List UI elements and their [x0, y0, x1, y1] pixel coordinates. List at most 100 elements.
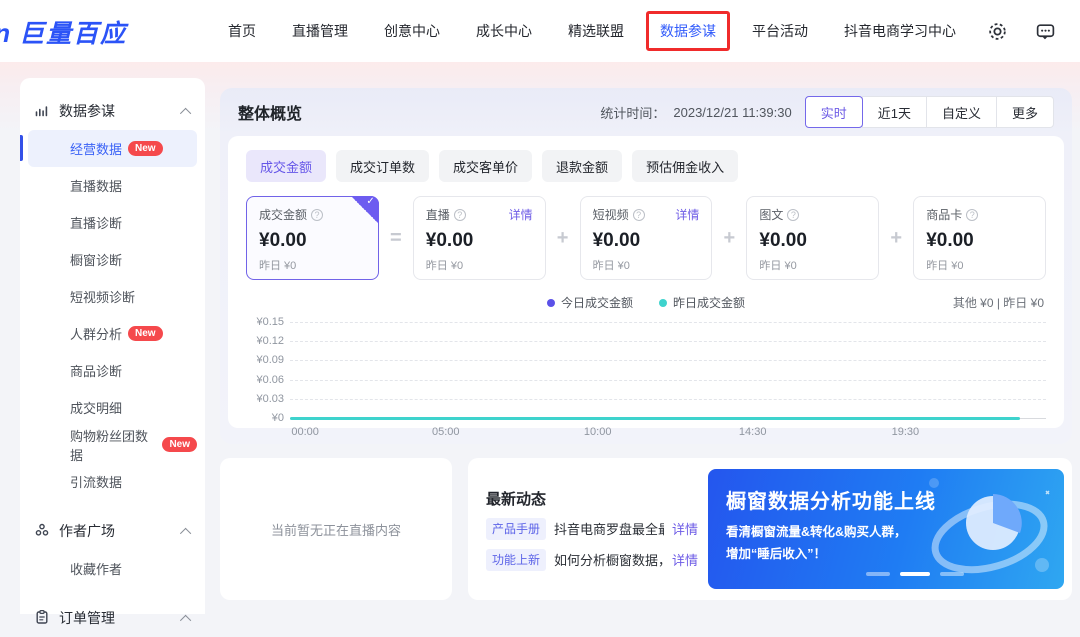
- news-tag[interactable]: 功能上新: [486, 549, 546, 571]
- tab-estimated-commission[interactable]: 预估佣金收入: [632, 150, 738, 182]
- operator-plus: +: [879, 196, 913, 280]
- card-title: 图文: [759, 206, 783, 223]
- card-value: ¥0.00: [593, 230, 700, 252]
- sidebar-item-label: 成交明细: [70, 398, 122, 417]
- card-image-text[interactable]: 图文 ? ¥0.00 昨日 ¥0: [746, 196, 879, 280]
- sidebar-item-showcase-diagnosis[interactable]: 橱窗诊断: [28, 241, 197, 278]
- sidebar-item-transaction-details[interactable]: 成交明细: [28, 389, 197, 426]
- card-value: ¥0.00: [926, 230, 1033, 252]
- chevron-up-icon[interactable]: [183, 610, 191, 626]
- card-yesterday: 昨日 ¥0: [926, 257, 1033, 273]
- sidebar-item-label: 橱窗诊断: [70, 250, 122, 269]
- sidebar-item-video-diagnosis[interactable]: 短视频诊断: [28, 278, 197, 315]
- gear-icon[interactable]: [986, 20, 1008, 42]
- nav-item-learning-center[interactable]: 抖音电商学习中心: [844, 21, 956, 41]
- sidebar-item-product-diagnosis[interactable]: 商品诊断: [28, 352, 197, 389]
- time-filter-group: 实时 近1天 自定义 更多: [806, 96, 1054, 128]
- detail-link[interactable]: 详情: [509, 206, 533, 223]
- sidebar-item-traffic-data[interactable]: 引流数据: [28, 463, 197, 500]
- tab-avg-order-value[interactable]: 成交客单价: [439, 150, 532, 182]
- card-live[interactable]: 直播 ? 详情 ¥0.00 昨日 ¥0: [413, 196, 546, 280]
- gridline: [290, 341, 1046, 342]
- news-title: 最新动态: [486, 488, 698, 509]
- card-transaction-amount[interactable]: 成交金额 ? ¥0.00 昨日 ¥0: [246, 196, 379, 280]
- sidebar-item-label: 收藏作者: [70, 559, 122, 578]
- chart-other-note: 其他 ¥0 | 昨日 ¥0: [953, 294, 1044, 311]
- card-head: 图文 ?: [759, 206, 866, 223]
- stat-time-label: 统计时间：: [600, 103, 665, 122]
- promo-banner[interactable]: 橱窗数据分析功能上线 看清橱窗流量&转化&购买人群， 增加“睡后收入”！: [708, 469, 1064, 589]
- chevron-up-icon[interactable]: [183, 103, 191, 119]
- sidebar-section-label: 数据参谋: [59, 101, 115, 121]
- nav-item-selected-alliance[interactable]: 精选联盟: [568, 21, 624, 41]
- time-filter-last-1-day[interactable]: 近1天: [862, 96, 927, 128]
- nav-item-data-advisor[interactable]: 数据参谋: [660, 21, 716, 41]
- legend-today-dot-icon: [547, 299, 555, 307]
- chevron-up-icon[interactable]: [183, 523, 191, 539]
- message-icon[interactable]: [1034, 20, 1056, 42]
- selected-check-icon: [351, 196, 379, 224]
- news-tag[interactable]: 产品手册: [486, 518, 546, 540]
- sidebar-section-author-plaza[interactable]: 作者广场: [20, 512, 205, 550]
- help-icon[interactable]: ?: [966, 209, 978, 221]
- tab-refund-amount[interactable]: 退款金额: [542, 150, 622, 182]
- carousel-dot[interactable]: [866, 572, 890, 576]
- help-icon[interactable]: ?: [454, 209, 466, 221]
- people-icon: [34, 522, 50, 541]
- sidebar-item-business-data[interactable]: 经营数据 New: [28, 130, 197, 167]
- tab-order-count[interactable]: 成交订单数: [336, 150, 429, 182]
- nav-item-growth-center[interactable]: 成长中心: [476, 21, 532, 41]
- overview-body: 成交金额 成交订单数 成交客单价 退款金额 预估佣金收入 成交金额 ? ¥0.0…: [228, 136, 1064, 428]
- time-filter-custom[interactable]: 自定义: [926, 96, 997, 128]
- sidebar-item-live-diagnosis[interactable]: 直播诊断: [28, 204, 197, 241]
- card-yesterday: 昨日 ¥0: [759, 257, 866, 273]
- app-logo[interactable]: in 巨量百应: [0, 14, 127, 50]
- nav-item-creative-center[interactable]: 创意中心: [384, 21, 440, 41]
- carousel-dot[interactable]: [940, 572, 964, 576]
- news-item[interactable]: 产品手册 抖音电商罗盘最全最... 详情: [486, 518, 698, 540]
- legend-today[interactable]: 今日成交金额: [547, 294, 633, 311]
- sidebar-item-fan-club-data[interactable]: 购物粉丝团数据 New: [28, 426, 197, 463]
- x-tick-label: 14:30: [739, 426, 767, 438]
- time-filter-realtime[interactable]: 实时: [805, 96, 863, 128]
- card-short-video[interactable]: 短视频 ? 详情 ¥0.00 昨日 ¥0: [580, 196, 713, 280]
- sidebar-item-favorite-authors[interactable]: 收藏作者: [28, 550, 197, 587]
- sidebar-item-audience-analysis[interactable]: 人群分析 New: [28, 315, 197, 352]
- nav-item-home[interactable]: 首页: [228, 21, 256, 41]
- help-icon[interactable]: ?: [787, 209, 799, 221]
- banner-subtitle-2: 增加“睡后收入”！: [726, 543, 1046, 562]
- new-badge: New: [162, 437, 197, 452]
- sidebar-section-data-advisor[interactable]: 数据参谋: [20, 92, 205, 130]
- y-tick-label: ¥0.09: [246, 354, 284, 366]
- page-title: 整体概览: [238, 100, 302, 124]
- card-yesterday: 昨日 ¥0: [593, 257, 700, 273]
- card-value: ¥0.00: [259, 230, 366, 252]
- help-icon[interactable]: ?: [633, 209, 645, 221]
- live-empty-text: 当前暂无正在直播内容: [271, 520, 401, 539]
- detail-link[interactable]: 详情: [675, 206, 699, 223]
- nav-item-live-management[interactable]: 直播管理: [292, 21, 348, 41]
- news-detail-link[interactable]: 详情: [672, 550, 698, 569]
- card-product-card[interactable]: 商品卡 ? ¥0.00 昨日 ¥0: [913, 196, 1046, 280]
- card-yesterday: 昨日 ¥0: [426, 257, 533, 273]
- sidebar: 数据参谋 经营数据 New 直播数据 直播诊断 橱窗诊断 短视频诊断 人群分析 …: [20, 78, 205, 614]
- carousel-dot-active[interactable]: [900, 572, 930, 576]
- nav-item-platform-activities[interactable]: 平台活动: [752, 21, 808, 41]
- time-filter-more[interactable]: 更多: [996, 96, 1054, 128]
- tab-transaction-amount[interactable]: 成交金额: [246, 150, 326, 182]
- legend-yesterday[interactable]: 昨日成交金额: [659, 294, 745, 311]
- help-icon[interactable]: ?: [311, 209, 323, 221]
- sidebar-item-live-data[interactable]: 直播数据: [28, 167, 197, 204]
- card-head: 成交金额 ?: [259, 206, 366, 223]
- sidebar-item-label: 购物粉丝团数据: [70, 426, 156, 464]
- y-tick-label: ¥0.03: [246, 393, 284, 405]
- overview-header-right: 统计时间： 2023/12/21 11:39:30 实时 近1天 自定义 更多: [600, 96, 1054, 128]
- card-value: ¥0.00: [426, 230, 533, 252]
- news-detail-link[interactable]: 详情: [672, 519, 698, 538]
- sidebar-item-label: 直播数据: [70, 176, 122, 195]
- news-item[interactable]: 功能上新 如何分析橱窗数据，... 详情: [486, 549, 698, 571]
- primary-nav: 首页 直播管理 创意中心 成长中心 精选联盟 数据参谋 平台活动 抖音电商学习中…: [228, 0, 956, 62]
- operator-plus: +: [712, 196, 746, 280]
- new-badge: New: [128, 141, 163, 156]
- sidebar-section-order-management[interactable]: 订单管理: [20, 599, 205, 637]
